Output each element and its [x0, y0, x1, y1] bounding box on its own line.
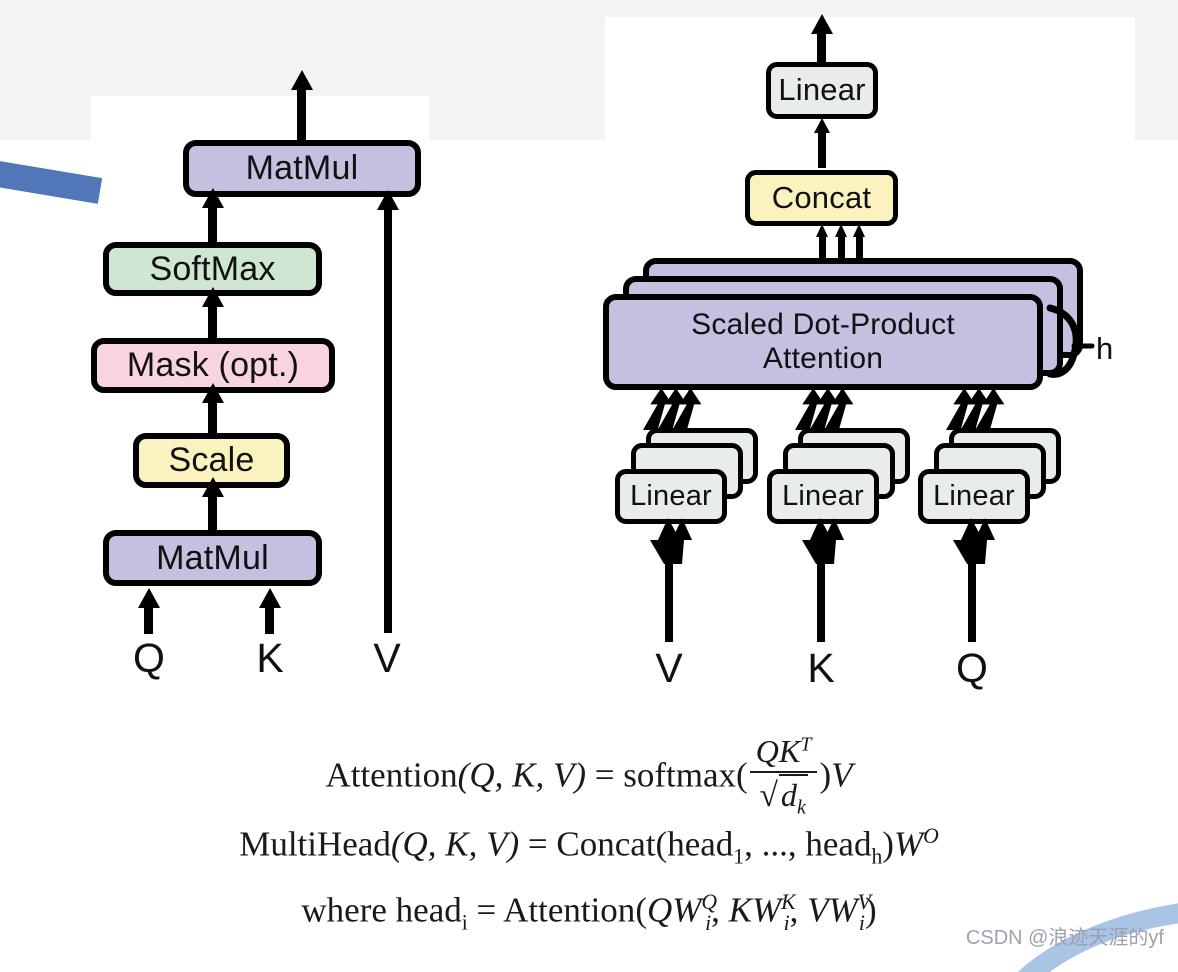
fan-arrows-v: [643, 388, 702, 430]
splitter-arrows-k: [802, 518, 844, 564]
eq-attention-numerator: QK: [755, 733, 801, 769]
left-output-arrow-shaft: [297, 88, 306, 140]
eq-multihead-arg1: head: [667, 824, 734, 864]
node-label: MatMul: [156, 538, 269, 577]
left-arrow-mask-to-softmax-shaft: [208, 303, 217, 339]
node-linear-v[interactable]: Linear: [615, 469, 727, 524]
node-label: SoftMax: [149, 249, 276, 288]
node-label: Concat: [771, 179, 872, 215]
node-label: Scaled Dot-Product Attention: [691, 308, 955, 375]
eq-multihead-concat: Concat: [556, 824, 656, 864]
equation-multihead: MultiHead(Q, K, V) = Concat(head1, ..., …: [239, 824, 939, 869]
eq-multihead-args: (Q, K, V): [390, 824, 520, 864]
splitter-arrows-v: [650, 518, 692, 564]
node-label: Linear: [630, 480, 712, 513]
fan-arrows-k: [795, 388, 854, 430]
eq-headi-term1: QW: [646, 890, 702, 930]
node-linear-k[interactable]: Linear: [767, 469, 879, 524]
eq-attention-softmax: softmax: [623, 755, 736, 795]
eq-multihead-arg2: head: [805, 824, 872, 864]
eq-attention-args: (Q, K, V): [457, 755, 586, 795]
equation-attention: Attention(Q, K, V) = softmax(QKT √dk)V: [325, 733, 853, 819]
eq-headi-term2: KW: [728, 890, 782, 930]
left-arrow-scale-to-mask-shaft: [208, 399, 217, 434]
fan-arrows-q: [946, 388, 1005, 430]
left-arrow-matmul-to-scale-shaft: [208, 494, 217, 531]
eq-multihead-weight: W: [893, 824, 924, 864]
eq-multihead-fn: MultiHead: [239, 824, 391, 864]
eq-attention-fn: Attention: [325, 755, 458, 795]
eq-headi-term3: VW: [807, 890, 858, 930]
left-arrow-softmax-to-matmul-shaft: [208, 205, 217, 243]
right-arrow-head2-head: [835, 224, 847, 237]
right-v-input-shaft: [665, 560, 673, 642]
right-arrow-concat-to-linear-shaft: [818, 132, 826, 168]
right-input-label-v: V: [655, 645, 683, 691]
left-k-input-shaft: [265, 604, 274, 634]
right-arrow-concat-to-linear-head: [814, 118, 830, 133]
eq-multihead-arg2-sub: h: [871, 844, 883, 869]
heads-count-label: h: [1096, 331, 1114, 366]
eq-attention-fraction: QKT √dk: [749, 733, 818, 819]
node-label: Scale: [168, 441, 255, 480]
eq-headi-where: where: [301, 890, 387, 930]
eq-multihead-ellipsis: , ...,: [744, 824, 806, 864]
node-concat[interactable]: Concat: [745, 170, 898, 226]
right-arrow-head1-head: [816, 224, 828, 237]
left-k-input-arrow-head: [259, 588, 281, 608]
node-linear-output[interactable]: Linear: [766, 62, 878, 119]
node-linear-q[interactable]: Linear: [918, 469, 1030, 524]
right-k-input-shaft: [817, 560, 825, 642]
left-q-input-shaft: [144, 604, 153, 634]
right-output-arrow-shaft: [817, 30, 826, 62]
node-matmul-bottom[interactable]: MatMul: [103, 530, 322, 586]
eq-attention-numerator-sup: T: [800, 733, 812, 756]
eq-multihead-equals: =: [527, 824, 548, 864]
left-arrow-scale-to-mask-head: [202, 383, 224, 403]
node-label: Linear: [778, 72, 866, 108]
eq-headi-equals: =: [476, 890, 497, 930]
eq-attention-trailing: V: [831, 755, 853, 795]
right-input-label-k: K: [807, 645, 835, 691]
splitter-arrows-q: [953, 518, 995, 564]
eq-headi-lhs: head: [395, 890, 462, 930]
input-label-q: Q: [133, 635, 165, 681]
input-label-v: V: [373, 635, 401, 681]
left-v-input-arrow-head: [377, 190, 399, 210]
left-output-arrow-head: [291, 70, 313, 90]
right-q-input-shaft: [968, 560, 976, 642]
eq-attention-equals: =: [594, 755, 615, 795]
eq-multihead-arg1-sub: 1: [733, 844, 745, 869]
eq-attention-denominator-sub: k: [796, 796, 806, 819]
input-label-k: K: [256, 635, 284, 681]
right-input-label-q: Q: [956, 645, 988, 691]
left-q-input-arrow-head: [138, 588, 160, 608]
right-arrow-head3-head: [853, 224, 865, 237]
left-arrow-mask-to-softmax-head: [202, 287, 224, 307]
node-label: Linear: [933, 480, 1015, 513]
node-label: Linear: [782, 480, 864, 513]
left-v-input-shaft: [384, 208, 392, 633]
left-arrow-softmax-to-matmul-head: [202, 188, 224, 208]
csdn-watermark: CSDN @浪迹天涯的yf: [965, 927, 1164, 949]
eq-headi-lhs-sub: i: [461, 910, 468, 935]
node-scaled-dot-product-attention[interactable]: Scaled Dot-Product Attention: [603, 294, 1043, 390]
slide-canvas: MatMul SoftMax Mask (opt.) Scale MatMul …: [0, 0, 1178, 972]
node-label: MatMul: [245, 149, 359, 188]
node-label: Mask (opt.): [126, 346, 300, 385]
left-arrow-matmul-to-scale-head: [202, 477, 224, 497]
heads-brace-icon: [1046, 304, 1095, 378]
eq-attention-denominator: d: [780, 777, 797, 813]
right-output-arrow-head: [811, 14, 833, 34]
eq-multihead-weight-sup: O: [923, 824, 939, 848]
eq-headi-fn: Attention: [503, 890, 636, 930]
